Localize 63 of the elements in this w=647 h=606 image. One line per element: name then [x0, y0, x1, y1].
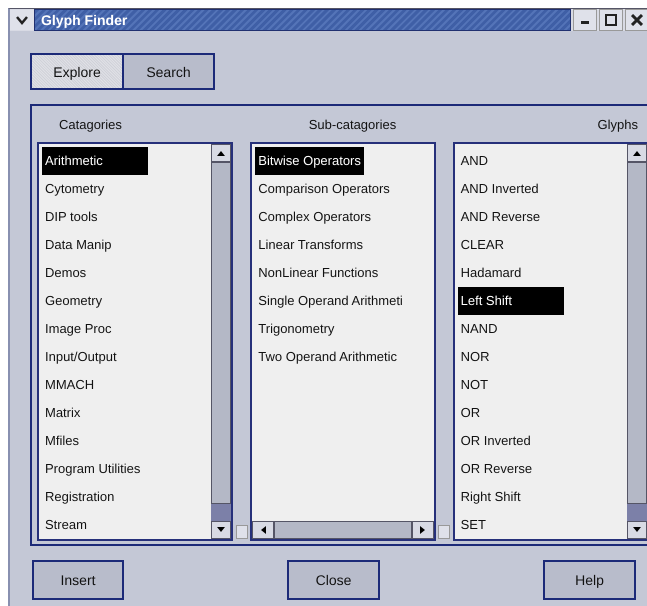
close-icon — [631, 14, 643, 26]
list-item[interactable]: Arithmetic — [42, 147, 148, 175]
list-item[interactable]: Bitwise Operators — [255, 147, 364, 175]
close-dialog-button[interactable]: Close — [287, 560, 380, 600]
list-item[interactable]: Cytometry — [42, 175, 148, 203]
list-item[interactable]: OR — [458, 399, 564, 427]
insert-button[interactable]: Insert — [32, 560, 124, 600]
list-item[interactable]: AND Inverted — [458, 175, 564, 203]
list-item[interactable]: Left Shift — [458, 287, 564, 315]
list-item[interactable]: Hadamard — [458, 259, 564, 287]
list-item[interactable]: Right Shift — [458, 483, 564, 511]
splitter-handle[interactable] — [236, 525, 248, 539]
up-arrow-icon — [217, 150, 226, 156]
list-item[interactable]: Geometry — [42, 287, 148, 315]
list-item[interactable]: Single Operand Arithmeti — [255, 287, 406, 315]
window-menu-button[interactable] — [10, 10, 34, 30]
list-item[interactable]: CLEAR — [458, 231, 564, 259]
list-item[interactable]: AND Reverse — [458, 203, 564, 231]
splitter-handle[interactable] — [438, 525, 450, 539]
list-item[interactable]: NOR — [458, 343, 564, 371]
list-item[interactable]: Comparison Operators — [255, 175, 393, 203]
scrollbar[interactable] — [211, 144, 232, 539]
list-item[interactable]: Data Manip — [42, 231, 148, 259]
scrollbar[interactable] — [626, 144, 647, 539]
down-arrow-icon — [632, 527, 641, 533]
list-item[interactable]: OR Reverse — [458, 455, 564, 483]
list-item[interactable]: Program Utilities — [42, 455, 148, 483]
close-button[interactable] — [625, 9, 647, 31]
list-item[interactable]: Complex Operators — [255, 203, 374, 231]
maximize-button[interactable] — [599, 9, 623, 31]
window-title: Glyph Finder — [40, 12, 128, 28]
list-item[interactable]: Mfiles — [42, 427, 148, 455]
left-arrow-icon — [260, 526, 266, 534]
column-heading: Sub-catagories — [308, 116, 396, 132]
list-item[interactable]: NonLinear Functions — [255, 259, 382, 287]
tab[interactable]: Explore — [30, 53, 124, 90]
column-heading: Catagories — [58, 116, 123, 132]
list-item[interactable]: Trigonometry — [255, 315, 362, 343]
list-item[interactable]: OR Inverted — [458, 427, 564, 455]
list-item[interactable]: Linear Transforms — [255, 231, 366, 259]
list-item[interactable]: Demos — [42, 259, 148, 287]
list-item[interactable]: Matrix — [42, 399, 148, 427]
list-item[interactable]: SET — [458, 511, 564, 539]
column-heading: Glyphs — [596, 116, 639, 132]
list-item[interactable]: Stream — [42, 511, 148, 539]
list-item[interactable]: NOT — [458, 371, 564, 399]
list-item[interactable]: DIP tools — [42, 203, 148, 231]
list-item[interactable]: Two Operand Arithmetic — [255, 343, 400, 371]
list-item[interactable]: MMACH — [42, 371, 148, 399]
maximize-icon — [605, 14, 617, 26]
list-item[interactable]: AND — [458, 147, 564, 175]
minimize-button[interactable] — [573, 9, 597, 31]
list-item[interactable]: NAND — [458, 315, 564, 343]
down-arrow-icon — [217, 527, 226, 533]
help-button[interactable]: Help — [543, 560, 636, 600]
up-arrow-icon — [632, 150, 641, 156]
horizontal-scrollbar[interactable] — [252, 521, 434, 539]
list-item[interactable]: Input/Output — [42, 343, 148, 371]
right-arrow-icon — [420, 526, 426, 534]
tab[interactable]: Search — [122, 53, 215, 90]
chevron-down-icon — [16, 16, 28, 24]
list-item[interactable]: Registration — [42, 483, 148, 511]
list-item[interactable]: Image Proc — [42, 315, 148, 343]
